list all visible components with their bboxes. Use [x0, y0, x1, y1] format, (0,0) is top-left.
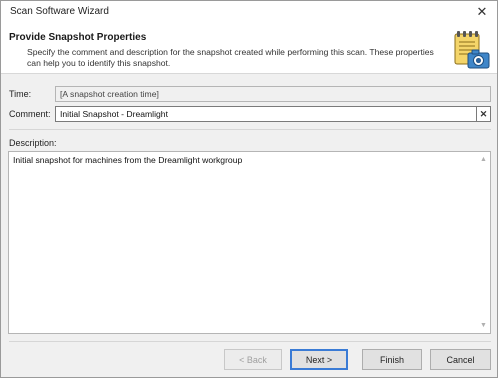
- comment-label: Comment:: [9, 109, 51, 119]
- notepad-camera-icon: [454, 31, 490, 69]
- comment-field[interactable]: Initial Snapshot - Dreamlight: [55, 106, 477, 122]
- window-title: Scan Software Wizard: [10, 6, 109, 17]
- description-label: Description:: [9, 138, 57, 148]
- scroll-up-icon[interactable]: ▲: [479, 155, 488, 164]
- next-button[interactable]: Next >: [290, 349, 348, 370]
- buttons-divider: [9, 341, 491, 342]
- description-text: Initial snapshot for machines from the D…: [13, 155, 243, 165]
- cancel-button[interactable]: Cancel: [430, 349, 491, 370]
- time-label: Time:: [9, 89, 32, 99]
- page-title: Provide Snapshot Properties: [9, 32, 147, 43]
- finish-button[interactable]: Finish: [362, 349, 422, 370]
- title-bar: Scan Software Wizard ✕: [1, 1, 497, 23]
- wizard-header: Provide Snapshot Properties Specify the …: [1, 23, 497, 74]
- scroll-down-icon[interactable]: ▼: [479, 321, 488, 330]
- description-field[interactable]: Initial snapshot for machines from the D…: [8, 151, 491, 334]
- close-icon[interactable]: ✕: [467, 1, 497, 23]
- back-button[interactable]: < Back: [224, 349, 282, 370]
- page-description: Specify the comment and description for …: [27, 47, 434, 68]
- form-divider: [9, 129, 491, 130]
- wizard-window: Scan Software Wizard ✕ Provide Snapshot …: [0, 0, 498, 378]
- clear-icon[interactable]: ✕: [477, 106, 491, 122]
- time-field: [A snapshot creation time]: [55, 86, 491, 102]
